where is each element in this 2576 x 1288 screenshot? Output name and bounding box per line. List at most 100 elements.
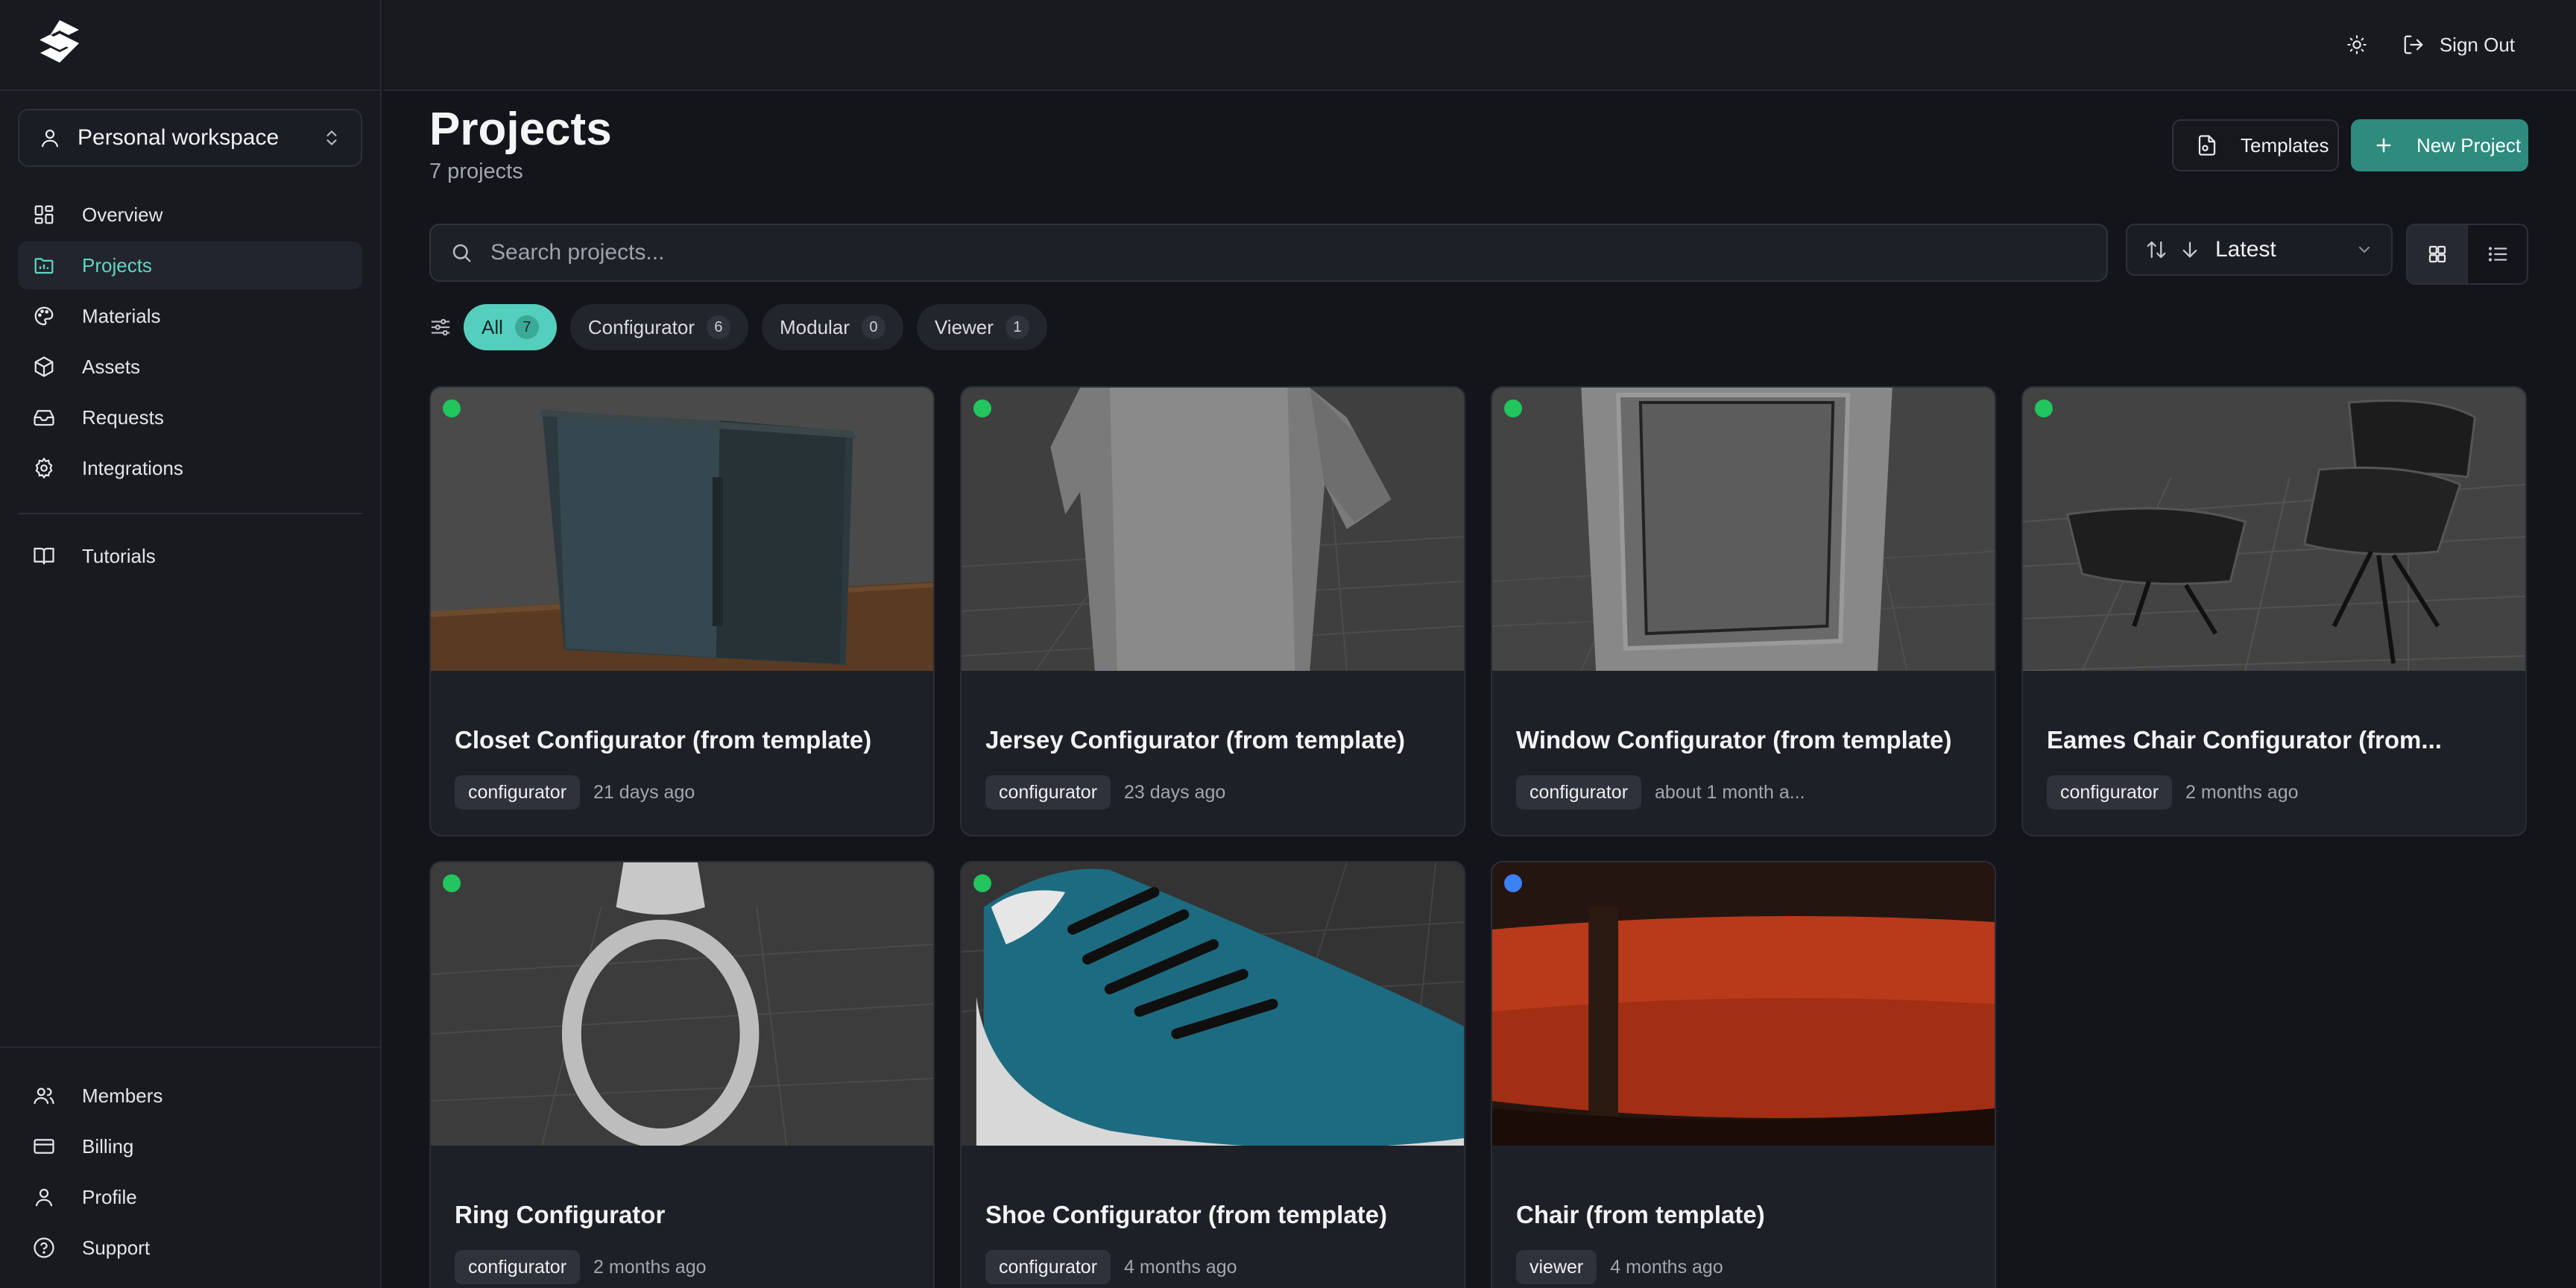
chip-count: 6 <box>706 315 730 339</box>
templates-button[interactable]: Templates <box>2172 119 2339 171</box>
sidebar-item-integrations[interactable]: Integrations <box>18 444 362 492</box>
project-updated: about 1 month a... <box>1655 781 1805 803</box>
search-icon <box>452 244 471 262</box>
grid-view-button[interactable] <box>2408 225 2466 283</box>
project-type-tag: configurator <box>2047 775 2173 809</box>
sliders-icon[interactable] <box>429 316 452 338</box>
user-icon <box>41 129 59 148</box>
sidebar-item-overview[interactable]: Overview <box>18 191 362 239</box>
project-type-tag: configurator <box>985 775 1111 809</box>
workspace-switcher[interactable]: Personal workspace <box>18 109 362 167</box>
arrow-down-icon <box>2182 242 2197 258</box>
project-title: Closet Configurator (from template) <box>455 726 872 754</box>
sign-out-label: Sign Out <box>2439 33 2515 56</box>
project-meta: configurator 2 months ago <box>455 1250 707 1284</box>
project-type-tag: viewer <box>1516 1250 1597 1284</box>
project-type-tag: configurator <box>1516 775 1642 809</box>
sort-select[interactable]: Latest <box>2126 224 2393 276</box>
sign-out-button[interactable]: Sign Out <box>2402 27 2515 63</box>
project-card[interactable]: Ring Configurator configurator 2 months … <box>429 861 935 1288</box>
project-card[interactable]: Window Configurator (from template) conf… <box>1491 386 1996 836</box>
sidebar-bottom-divider <box>0 1046 382 1048</box>
sidebar-item-label: Requests <box>82 405 164 429</box>
chip-count: 7 <box>514 315 539 339</box>
secondary-nav: Tutorials <box>18 532 362 583</box>
sidebar-item-profile[interactable]: Profile <box>18 1173 362 1221</box>
search-box[interactable] <box>429 224 2108 282</box>
folder-icon <box>34 258 54 274</box>
project-updated: 2 months ago <box>2185 781 2299 803</box>
sidebar: Personal workspace Overview Projects Mat… <box>0 0 382 1288</box>
sidebar-item-label: Tutorials <box>82 544 156 567</box>
project-card[interactable]: Eames Chair Configurator (from... config… <box>2021 386 2527 836</box>
project-thumbnail <box>2023 388 2525 671</box>
project-card[interactable]: Chair (from template) viewer 4 months ag… <box>1491 861 1996 1288</box>
sidebar-item-label: Overview <box>82 203 163 226</box>
project-title: Chair (from template) <box>1516 1201 1765 1228</box>
sidebar-item-label: Materials <box>82 304 161 327</box>
chevron-down-icon <box>2359 247 2370 253</box>
project-updated: 4 months ago <box>1124 1256 1237 1278</box>
sidebar-item-members[interactable]: Members <box>18 1072 362 1120</box>
logo-area <box>0 0 380 91</box>
chip-label: Configurator <box>587 315 695 338</box>
book-icon <box>34 547 54 565</box>
filter-chip-viewer[interactable]: Viewer 1 <box>916 304 1047 350</box>
file-template-icon <box>2198 135 2216 156</box>
filter-chip-all[interactable]: All 7 <box>464 304 557 350</box>
project-thumbnail <box>962 388 1464 671</box>
project-updated: 23 days ago <box>1124 781 1226 803</box>
theme-toggle-button[interactable] <box>2339 27 2375 63</box>
bottom-nav: Members Billing Profile Support <box>18 1072 362 1275</box>
filter-chip-modular[interactable]: Modular 0 <box>761 304 903 350</box>
palette-icon <box>34 306 54 326</box>
project-thumbnail <box>431 388 933 671</box>
project-updated: 2 months ago <box>593 1256 707 1278</box>
project-meta: configurator 4 months ago <box>985 1250 1237 1284</box>
project-thumbnail <box>431 862 933 1146</box>
logo-icon[interactable] <box>34 18 85 66</box>
sidebar-item-label: Projects <box>82 253 152 277</box>
sidebar-item-support[interactable]: Support <box>18 1224 362 1272</box>
project-thumbnail <box>962 862 1464 1146</box>
project-count: 7 projects <box>429 160 523 183</box>
sidebar-item-billing[interactable]: Billing <box>18 1123 362 1170</box>
list-icon <box>2488 247 2507 262</box>
grid-icon <box>2428 245 2446 263</box>
sidebar-item-tutorials[interactable]: Tutorials <box>18 532 362 580</box>
project-meta: configurator about 1 month a... <box>1516 775 1805 809</box>
project-meta: configurator 21 days ago <box>455 775 695 809</box>
project-type-tag: configurator <box>455 1250 581 1284</box>
project-title: Window Configurator (from template) <box>1516 726 1952 754</box>
filter-chip-configurator[interactable]: Configurator 6 <box>569 304 748 350</box>
project-meta: configurator 23 days ago <box>985 775 1225 809</box>
sidebar-item-projects[interactable]: Projects <box>18 242 362 289</box>
list-view-button[interactable] <box>2466 225 2527 283</box>
project-card[interactable]: Closet Configurator (from template) conf… <box>429 386 935 836</box>
user-icon <box>35 1188 53 1207</box>
project-card[interactable]: Shoe Configurator (from template) config… <box>960 861 1465 1288</box>
log-out-icon <box>2404 35 2423 54</box>
chip-label: Viewer <box>934 315 994 338</box>
project-thumbnail <box>1492 388 1995 671</box>
status-dot <box>443 874 461 892</box>
sidebar-item-label: Members <box>82 1084 163 1107</box>
sidebar-item-requests[interactable]: Requests <box>18 394 362 441</box>
sort-arrows-icon <box>2147 241 2166 259</box>
cube-icon <box>34 356 54 377</box>
project-title: Shoe Configurator (from template) <box>985 1201 1388 1228</box>
sidebar-item-materials[interactable]: Materials <box>18 292 362 340</box>
plus-icon <box>2376 138 2391 153</box>
sidebar-item-label: Support <box>82 1236 151 1259</box>
sidebar-item-assets[interactable]: Assets <box>18 343 362 391</box>
project-title: Ring Configurator <box>455 1201 666 1228</box>
main-nav: Overview Projects Materials Assets Reque… <box>18 191 362 495</box>
chip-label: All <box>482 315 503 338</box>
project-card[interactable]: Jersey Configurator (from template) conf… <box>960 386 1465 836</box>
dashboard-icon <box>34 205 54 224</box>
search-input[interactable] <box>490 240 2087 265</box>
new-project-button[interactable]: New Project <box>2351 119 2528 171</box>
status-dot <box>1504 400 1522 417</box>
project-meta: viewer 4 months ago <box>1516 1250 1723 1284</box>
workspace-label: Personal workspace <box>78 125 280 150</box>
